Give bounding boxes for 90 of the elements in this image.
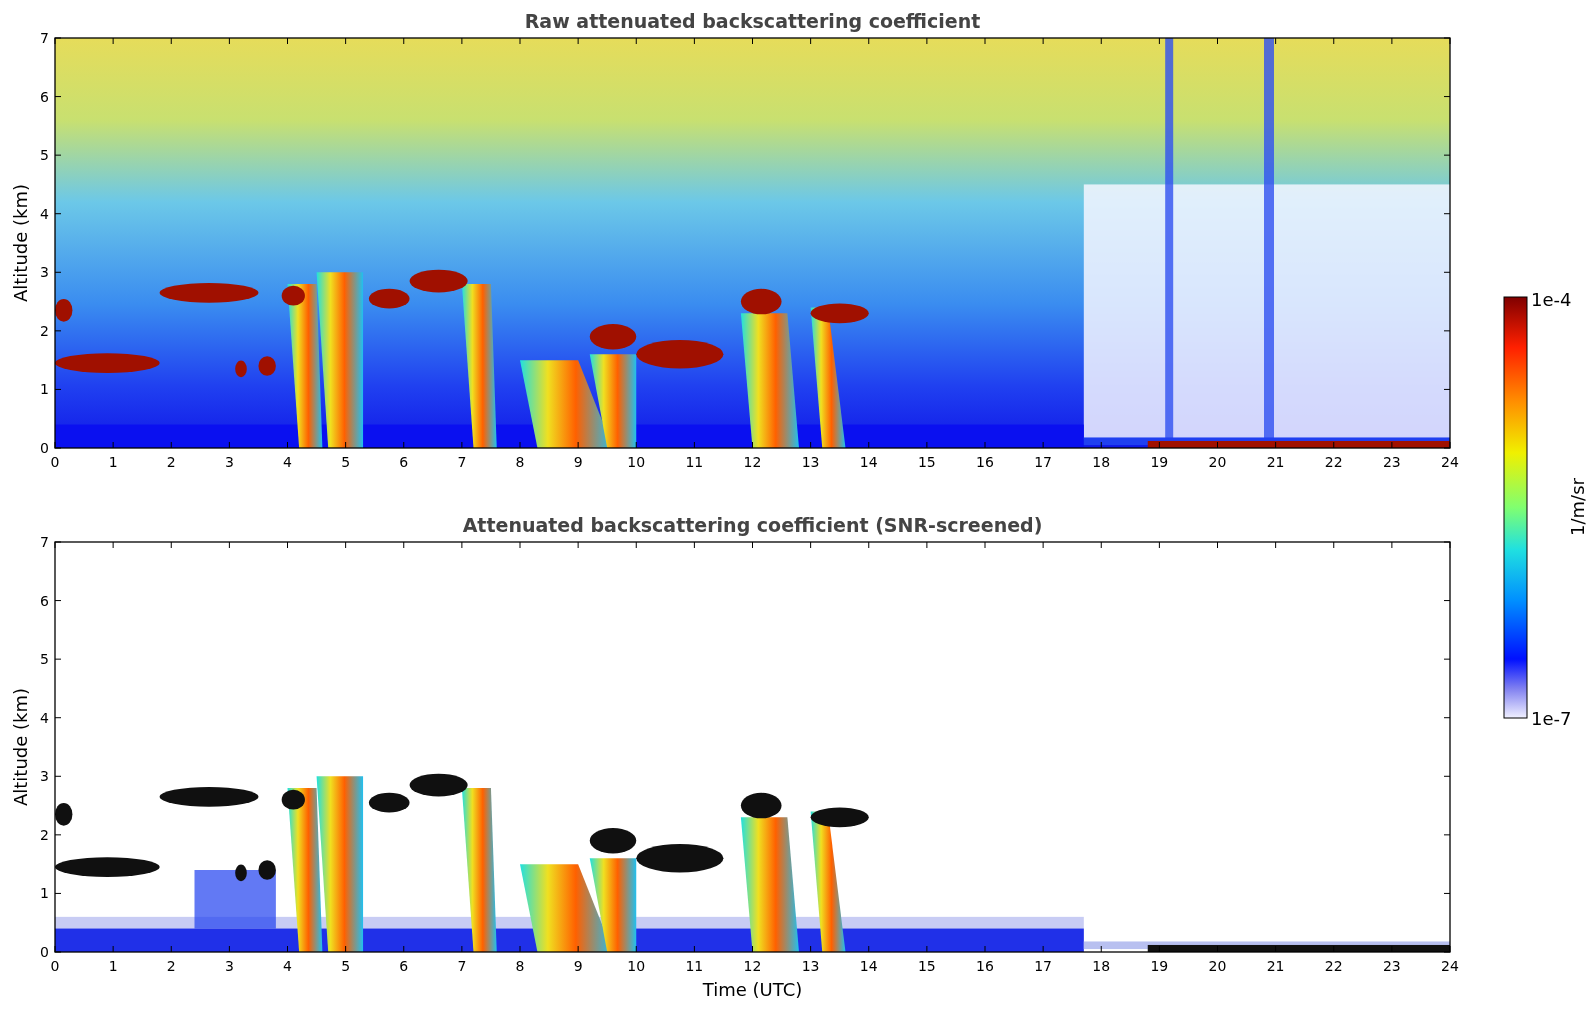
tick-label: 0 [50, 958, 60, 974]
tick-label: 8 [515, 454, 525, 470]
tick-label: 2 [40, 322, 49, 339]
plot-title: Raw attenuated backscattering coefficient [524, 10, 981, 32]
tick-label: 5 [40, 651, 49, 668]
axis-label: Altitude (km) [10, 687, 31, 807]
tick-label: 23 [1382, 958, 1401, 974]
tick-label: 7 [457, 958, 467, 974]
tick-label: 1 [40, 381, 49, 398]
tick-label: 18 [1092, 454, 1111, 470]
tick-label: 2 [166, 454, 176, 470]
tick-label: 10 [627, 454, 646, 470]
cloud-layer [258, 356, 276, 376]
tick-label: 15 [917, 454, 936, 470]
tick-label: 4 [40, 205, 49, 222]
cloud-layer [281, 789, 305, 810]
tick-label: 13 [801, 454, 820, 470]
cloud-layer [810, 303, 869, 324]
tick-label: 7 [40, 30, 49, 46]
cloud-layer [281, 285, 305, 306]
tick-label: 24 [1441, 454, 1459, 470]
cloud-layer [55, 299, 73, 322]
tick-label: 18 [1092, 958, 1111, 974]
axis-label: 1/m/sr [1567, 478, 1588, 536]
tick-label: 2 [40, 826, 49, 843]
tick-label: 9 [573, 958, 583, 974]
tick-label: 5 [341, 454, 351, 470]
tick-label: 7 [40, 534, 49, 550]
cloud-layer [740, 792, 782, 819]
cloud-layer [409, 773, 468, 797]
tick-label: 21 [1266, 454, 1285, 470]
tick-label: 3 [40, 768, 49, 785]
tick-label: 16 [976, 958, 994, 974]
tick-label: 0 [40, 440, 49, 456]
tick-label: 7 [457, 454, 467, 470]
tick-label: 11 [685, 454, 704, 470]
tick-label: 6 [40, 592, 49, 609]
cloud-layer [368, 288, 410, 309]
tick-label: 10 [627, 958, 646, 974]
cloud-layer [409, 269, 468, 293]
cloud-layer [55, 803, 73, 826]
tick-label: 3 [224, 958, 234, 974]
tick-label: 1 [40, 885, 49, 902]
tick-label: 4 [283, 958, 292, 974]
tick-label: 24 [1441, 958, 1459, 974]
plot-title: Attenuated backscattering coefficient (SNR-screened) [462, 514, 1043, 536]
tick-label: 0 [50, 454, 60, 470]
tick-label: 5 [40, 147, 49, 164]
tick-label: 20 [1208, 958, 1227, 974]
tick-label: 12 [743, 454, 762, 470]
tick-label: 16 [976, 454, 994, 470]
cloud-layer [258, 860, 276, 880]
tick-label: 5 [341, 958, 351, 974]
cloud-layer [368, 792, 410, 813]
tick-label: 6 [399, 454, 409, 470]
tick-label: 14 [859, 958, 878, 974]
tick-label: 13 [801, 958, 820, 974]
tick-label: 3 [40, 264, 49, 281]
tick-label: 22 [1324, 958, 1343, 974]
tick-label: 14 [859, 454, 878, 470]
tick-label: 1 [108, 958, 118, 974]
cloud-layer [235, 360, 247, 378]
axis-label: Altitude (km) [10, 183, 31, 303]
colorbar-label: 1e-7 [1531, 708, 1572, 729]
tick-label: 23 [1382, 454, 1401, 470]
cloud-layer [235, 864, 247, 882]
tick-label: 21 [1266, 958, 1285, 974]
tick-label: 9 [573, 454, 583, 470]
colorbar-label: 1e-4 [1531, 289, 1572, 310]
tick-label: 17 [1034, 958, 1053, 974]
tick-label: 19 [1150, 958, 1169, 974]
tick-label: 2 [166, 958, 176, 974]
cloud-layer [740, 288, 782, 315]
tick-label: 8 [515, 958, 525, 974]
tick-label: 0 [40, 944, 49, 960]
tick-label: 1 [108, 454, 118, 470]
tick-label: 19 [1150, 454, 1169, 470]
tick-label: 20 [1208, 454, 1227, 470]
tick-label: 17 [1034, 454, 1053, 470]
tick-label: 22 [1324, 454, 1343, 470]
tick-label: 15 [917, 958, 936, 974]
tick-label: 4 [40, 709, 49, 726]
tick-label: 11 [685, 958, 704, 974]
cloud-layer [810, 807, 869, 828]
axis-label: Time (UTC) [702, 979, 803, 1000]
tick-label: 6 [40, 88, 49, 105]
tick-label: 6 [399, 958, 409, 974]
tick-label: 3 [224, 454, 234, 470]
tick-label: 12 [743, 958, 762, 974]
tick-label: 4 [283, 454, 292, 470]
